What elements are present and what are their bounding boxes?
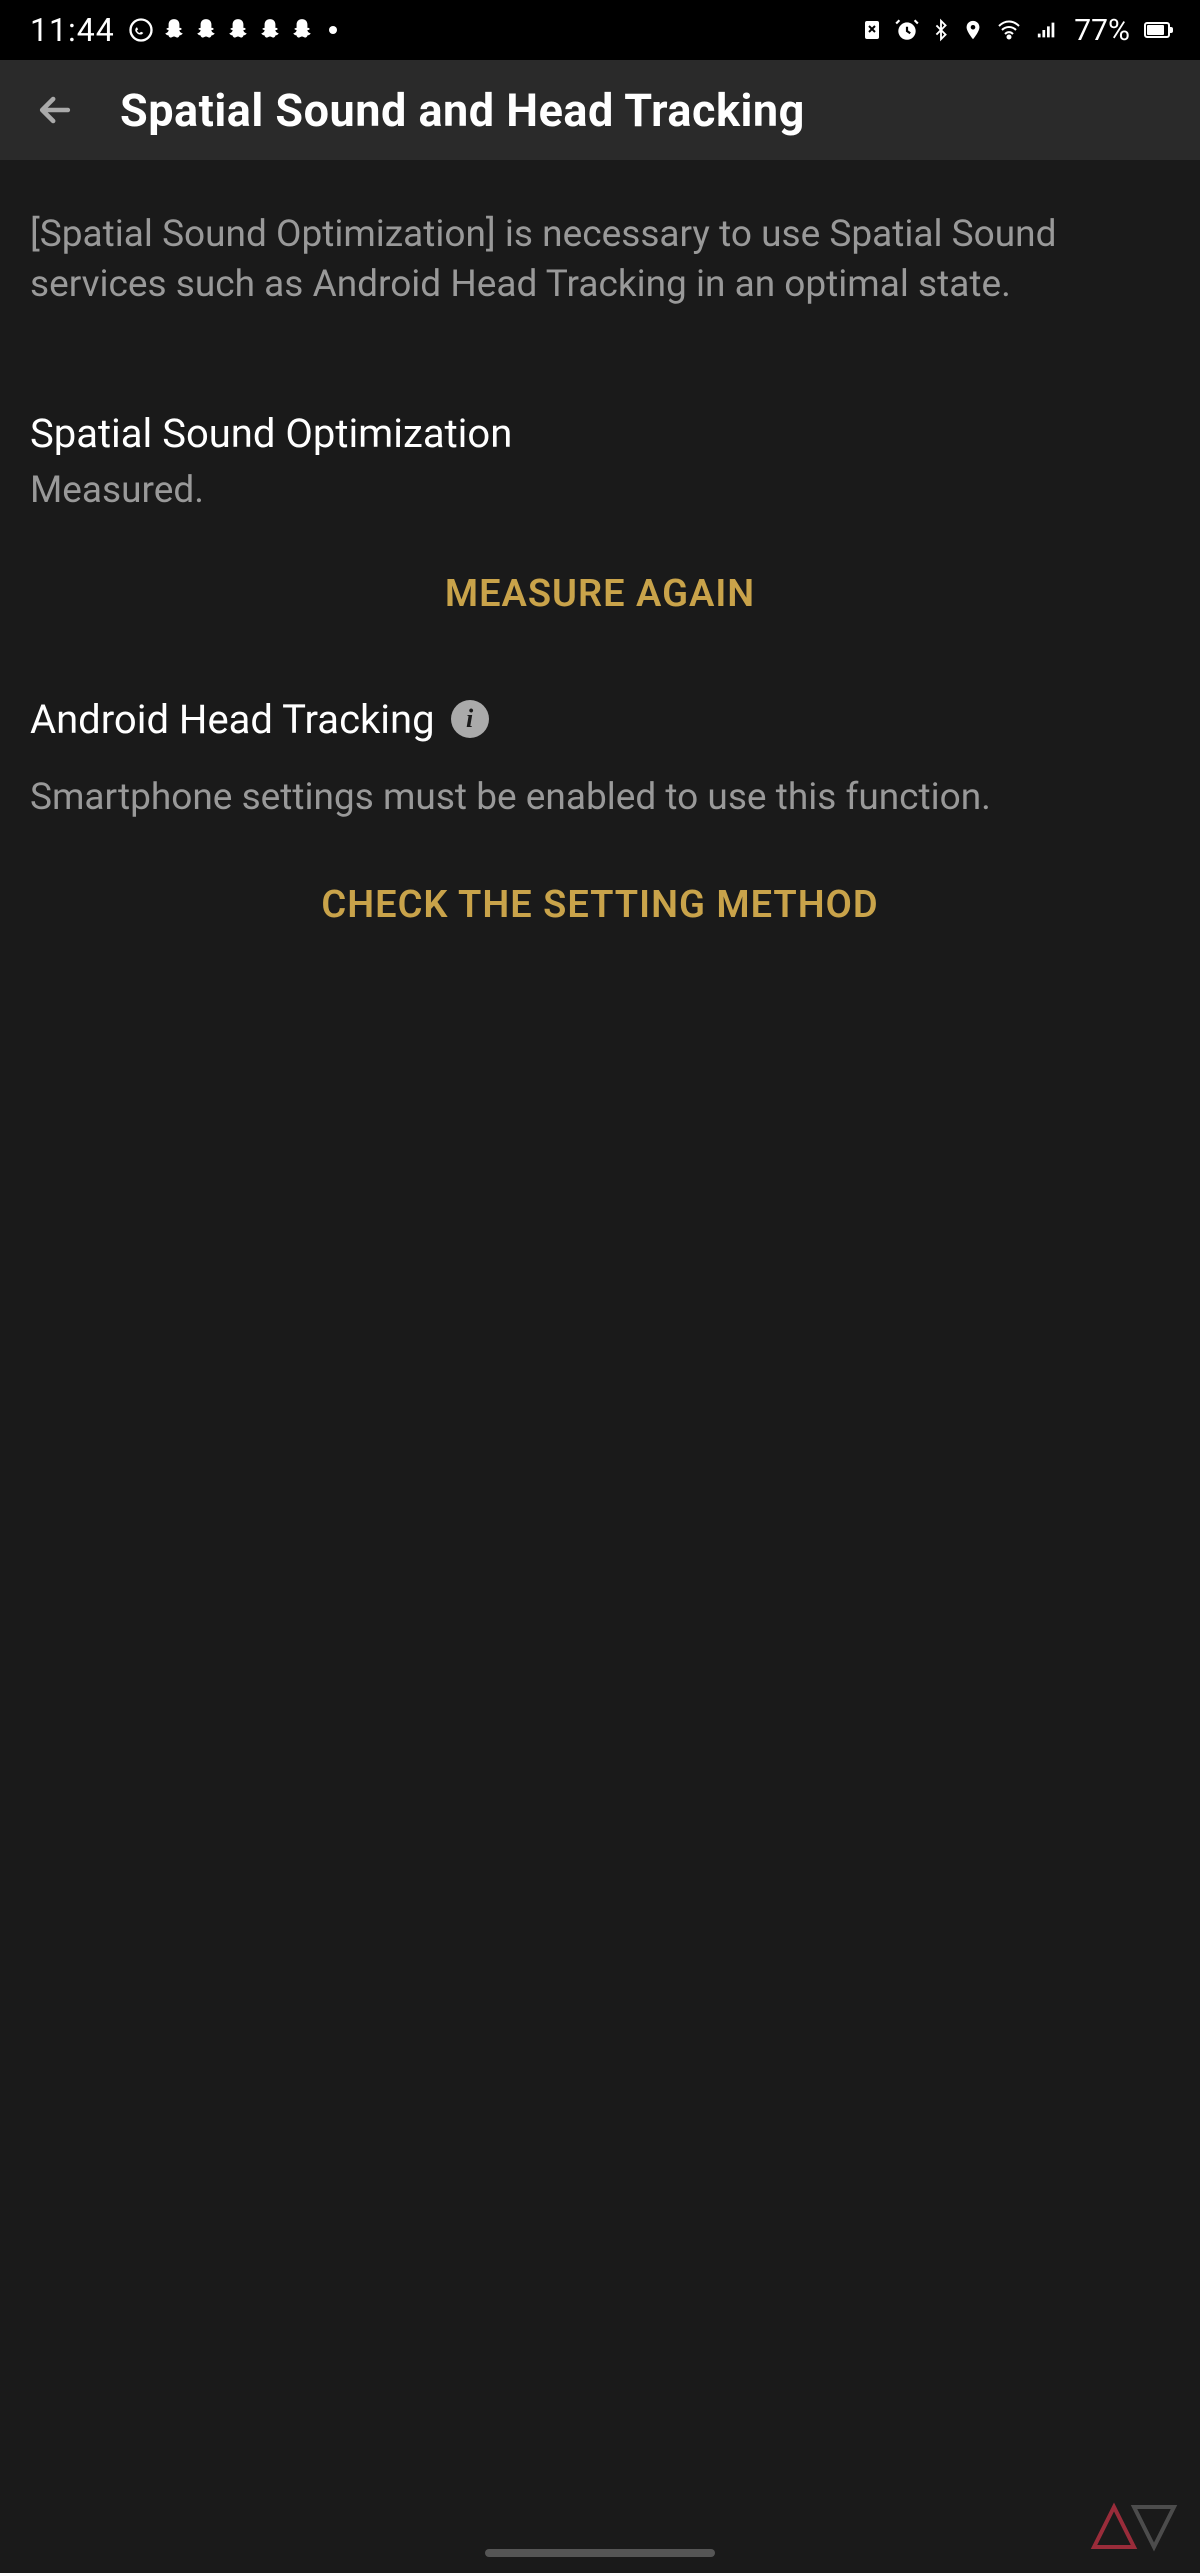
back-button[interactable] bbox=[30, 85, 80, 135]
battery-icon bbox=[1144, 22, 1170, 38]
more-notifications-dot bbox=[329, 26, 337, 34]
watermark-logo-icon bbox=[1084, 2497, 1184, 2557]
whatsapp-icon bbox=[127, 16, 155, 44]
battery-percent: 77% bbox=[1074, 13, 1130, 48]
section-status-spatial: Measured. bbox=[30, 469, 1170, 512]
snapchat-icon bbox=[225, 17, 251, 43]
card-icon bbox=[860, 18, 884, 42]
arrow-left-icon bbox=[33, 88, 77, 132]
app-bar: Spatial Sound and Head Tracking bbox=[0, 60, 1200, 160]
status-bar: 11:44 77% bbox=[0, 0, 1200, 60]
snapchat-icon bbox=[257, 17, 283, 43]
section-title-headtracking: Android Head Tracking bbox=[30, 696, 435, 743]
section-title-spatial: Spatial Sound Optimization bbox=[30, 410, 1170, 457]
nav-handle[interactable] bbox=[485, 2549, 715, 2557]
wifi-icon bbox=[994, 18, 1024, 42]
snapchat-icon bbox=[161, 17, 187, 43]
location-icon bbox=[962, 17, 984, 43]
measure-again-button[interactable]: MEASURE AGAIN bbox=[30, 562, 1170, 626]
check-setting-method-button[interactable]: CHECK THE SETTING METHOD bbox=[30, 873, 1170, 937]
snapchat-icon bbox=[289, 17, 315, 43]
status-right: 77% bbox=[860, 13, 1170, 48]
info-icon[interactable]: i bbox=[451, 700, 489, 738]
section-desc-headtracking: Smartphone settings must be enabled to u… bbox=[30, 773, 1170, 823]
spatial-sound-section: Spatial Sound Optimization Measured. MEA… bbox=[30, 410, 1170, 626]
status-time: 11:44 bbox=[30, 11, 115, 49]
head-tracking-section: Android Head Tracking i Smartphone setti… bbox=[30, 696, 1170, 937]
intro-text: [Spatial Sound Optimization] is necessar… bbox=[30, 210, 1170, 310]
content: [Spatial Sound Optimization] is necessar… bbox=[0, 160, 1200, 937]
signal-icon bbox=[1034, 19, 1060, 41]
status-left: 11:44 bbox=[30, 11, 337, 49]
alarm-icon bbox=[894, 17, 920, 43]
bluetooth-icon bbox=[930, 16, 952, 44]
snapchat-icon bbox=[193, 17, 219, 43]
page-title: Spatial Sound and Head Tracking bbox=[120, 84, 805, 137]
status-notification-icons bbox=[127, 16, 337, 44]
